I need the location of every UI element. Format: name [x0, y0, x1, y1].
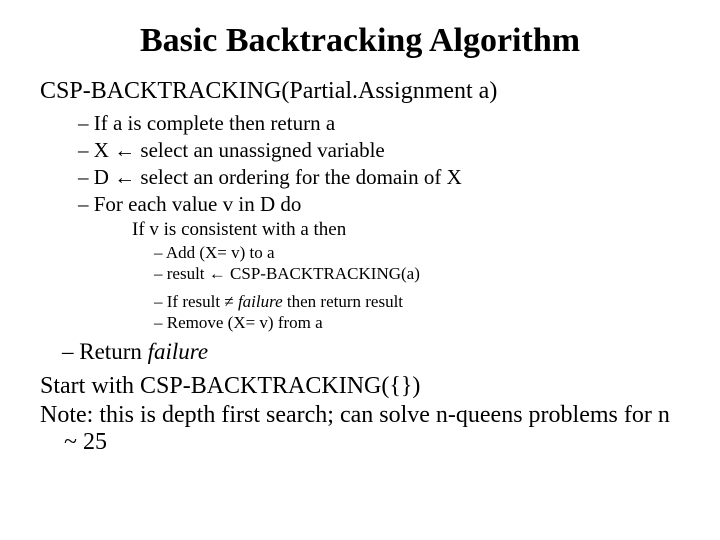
note-line: Note: this is depth first search; can so… — [40, 402, 680, 456]
step-recurse: result ← CSP-BACKTRACKING(a) — [40, 264, 680, 284]
text: X — [94, 138, 114, 162]
neq-icon: ≠ — [224, 292, 233, 311]
failure-keyword: failure — [148, 339, 208, 364]
spacer — [40, 285, 680, 291]
step-if-consistent: If v is consistent with a then — [40, 219, 680, 241]
left-arrow-icon: ← — [114, 139, 135, 162]
text: result — [167, 264, 209, 283]
text: D — [94, 165, 114, 189]
step-return-failure: Return failure — [40, 339, 680, 365]
step-remove: Remove (X= v) from a — [40, 313, 680, 333]
failure-keyword: failure — [238, 292, 283, 311]
text: CSP-BACKTRACKING(a) — [226, 264, 420, 283]
text: If result — [167, 292, 225, 311]
text: Return — [79, 339, 147, 364]
text: select an ordering for the domain of X — [135, 165, 462, 189]
step-add: Add (X= v) to a — [40, 243, 680, 263]
step-check-result: If result ≠ failure then return result — [40, 292, 680, 312]
left-arrow-icon: ← — [209, 264, 226, 283]
step-complete: If a is complete then return a — [40, 111, 680, 136]
text: then return result — [283, 292, 403, 311]
start-line: Start with CSP-BACKTRACKING({}) — [40, 373, 680, 400]
left-arrow-icon: ← — [114, 166, 135, 189]
slide-title: Basic Backtracking Algorithm — [40, 22, 680, 60]
algorithm-signature: CSP-BACKTRACKING(Partial.Assignment a) — [40, 78, 680, 105]
slide: Basic Backtracking Algorithm CSP-BACKTRA… — [0, 0, 720, 540]
step-for-each: For each value v in D do — [40, 192, 680, 217]
step-select-d: D ← select an ordering for the domain of… — [40, 165, 680, 190]
text: select an unassigned variable — [135, 138, 385, 162]
step-select-x: X ← select an unassigned variable — [40, 138, 680, 163]
